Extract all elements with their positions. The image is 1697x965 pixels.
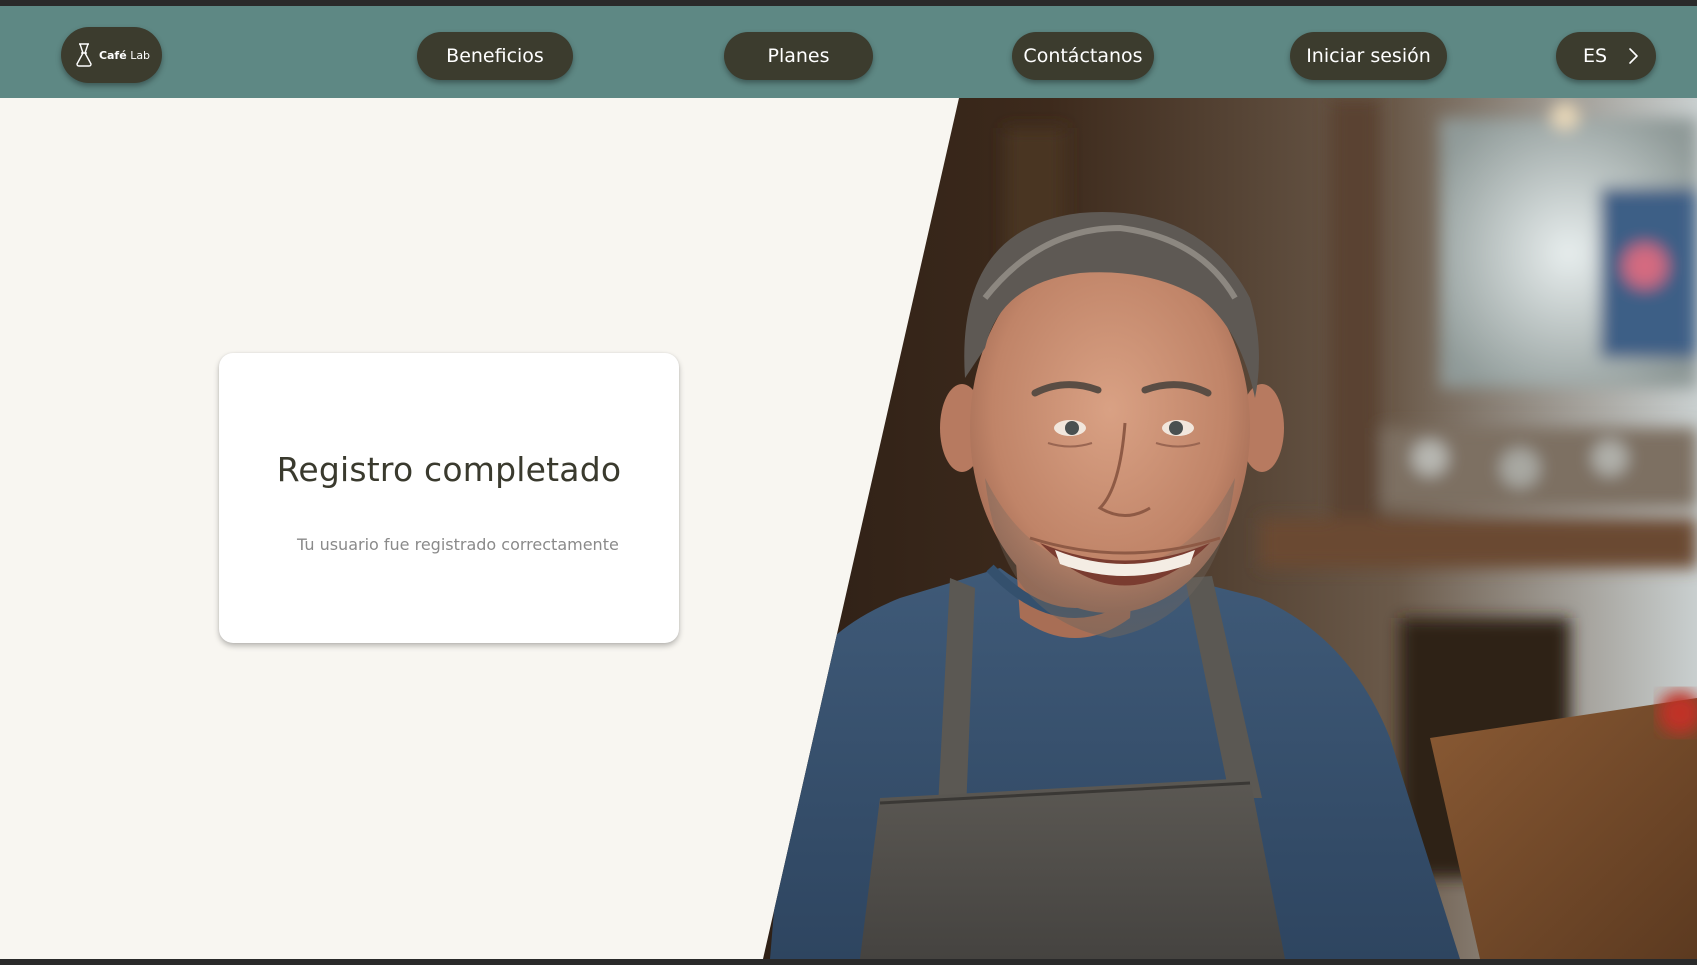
nav-contact-link[interactable]: Contáctanos [1012, 32, 1154, 80]
nav-benefits-link[interactable]: Beneficios [417, 32, 573, 80]
registration-success-card: Registro completado Tu usuario fue regis… [219, 353, 679, 643]
card-message: Tu usuario fue registrado correctamente [297, 535, 619, 554]
language-selector[interactable]: ES [1556, 32, 1656, 80]
chevron-right-icon [1629, 48, 1638, 64]
navbar: Café Lab Beneficios Planes Contáctanos I… [0, 6, 1697, 98]
logo-text: Café Lab [99, 49, 150, 62]
chemex-coffee-icon [76, 43, 92, 67]
nav-login-link[interactable]: Iniciar sesión [1290, 32, 1447, 80]
bottom-frame-border [0, 959, 1697, 965]
logo-button[interactable]: Café Lab [61, 27, 162, 83]
card-title: Registro completado [276, 450, 622, 489]
main-content: Registro completado Tu usuario fue regis… [0, 98, 1697, 959]
language-label: ES [1583, 45, 1608, 67]
logo-brand-rest: Lab [130, 48, 151, 62]
nav-plans-link[interactable]: Planes [724, 32, 873, 80]
logo-brand-strong: Café [98, 48, 127, 62]
